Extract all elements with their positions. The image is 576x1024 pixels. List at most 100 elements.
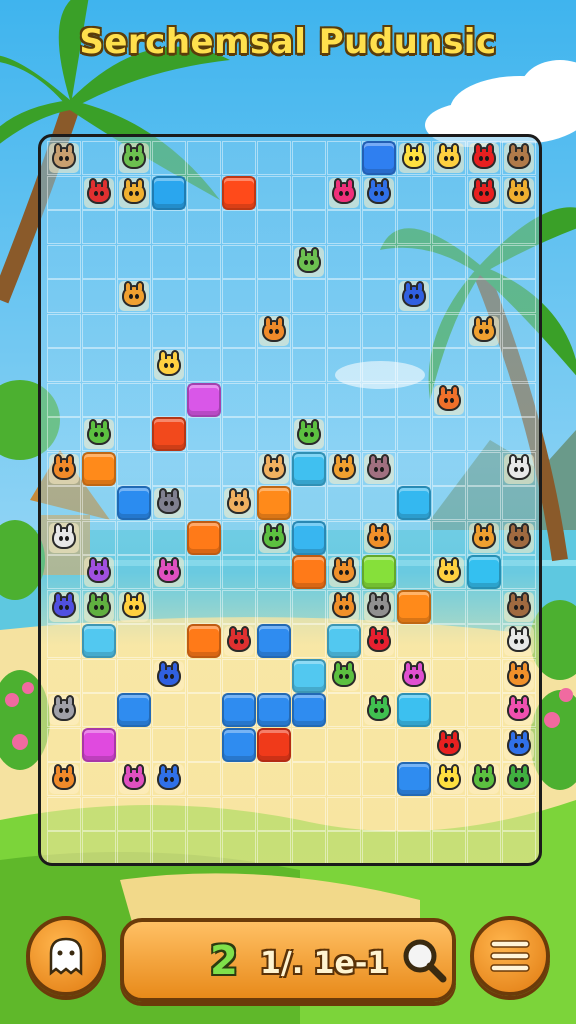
critter-tile[interactable]	[502, 176, 536, 210]
critter-tile[interactable]	[257, 452, 291, 486]
grid-cell[interactable]	[47, 831, 81, 863]
grid-cell[interactable]	[222, 348, 256, 382]
grid-cell[interactable]	[47, 727, 81, 762]
color-block-tile[interactable]	[362, 555, 396, 589]
color-block-tile[interactable]	[82, 451, 116, 486]
grid-cell[interactable]	[362, 313, 396, 348]
grid-cell[interactable]	[327, 693, 361, 727]
grid-cell[interactable]	[257, 555, 291, 589]
critter-tile[interactable]	[257, 521, 291, 555]
color-block-tile[interactable]	[82, 624, 116, 658]
grid-cell[interactable]	[292, 624, 326, 658]
grid-cell[interactable]	[187, 313, 221, 348]
grid-cell[interactable]	[117, 382, 151, 417]
grid-cell[interactable]	[82, 141, 116, 175]
critter-tile[interactable]	[432, 555, 466, 589]
grid-cell[interactable]	[467, 727, 501, 762]
grid-cell[interactable]	[257, 141, 291, 175]
grid-cell[interactable]	[47, 175, 81, 210]
grid-cell[interactable]	[222, 796, 256, 831]
grid-cell[interactable]	[187, 589, 221, 624]
grid-cell[interactable]	[152, 727, 186, 762]
grid-cell[interactable]	[117, 658, 151, 693]
grid-cell[interactable]	[292, 796, 326, 831]
grid-cell[interactable]	[362, 831, 396, 863]
grid-cell[interactable]	[257, 762, 291, 796]
grid-cell[interactable]	[222, 279, 256, 313]
grid-cell[interactable]	[292, 727, 326, 762]
critter-tile[interactable]	[362, 624, 396, 658]
critter-tile[interactable]	[327, 659, 361, 693]
color-block-tile[interactable]	[257, 624, 291, 658]
grid-cell[interactable]	[292, 313, 326, 348]
grid-cell[interactable]	[292, 486, 326, 520]
critter-tile[interactable]	[432, 728, 466, 762]
grid-cell[interactable]	[152, 589, 186, 624]
grid-cell[interactable]	[327, 520, 361, 555]
grid-cell[interactable]	[117, 831, 151, 863]
color-block-tile[interactable]	[222, 175, 256, 210]
critter-tile[interactable]	[397, 141, 431, 175]
grid-cell[interactable]	[397, 624, 431, 658]
grid-cell[interactable]	[292, 141, 326, 175]
grid-cell[interactable]	[432, 313, 466, 348]
grid-cell[interactable]	[117, 244, 151, 279]
color-block-tile[interactable]	[292, 693, 326, 727]
grid-cell[interactable]	[152, 693, 186, 727]
grid-cell[interactable]	[257, 417, 291, 451]
grid-cell[interactable]	[432, 589, 466, 624]
critter-tile[interactable]	[47, 521, 81, 555]
critter-tile[interactable]	[117, 176, 151, 210]
grid-cell[interactable]	[397, 175, 431, 210]
grid-cell[interactable]	[397, 244, 431, 279]
grid-cell[interactable]	[327, 486, 361, 520]
grid-cell[interactable]	[327, 762, 361, 796]
critter-tile[interactable]	[362, 590, 396, 624]
grid-cell[interactable]	[117, 348, 151, 382]
grid-cell[interactable]	[187, 451, 221, 486]
grid-cell[interactable]	[222, 451, 256, 486]
grid-cell[interactable]	[257, 658, 291, 693]
critter-tile[interactable]	[467, 521, 501, 555]
critter-tile[interactable]	[467, 314, 501, 348]
critter-tile[interactable]	[152, 762, 186, 796]
grid-cell[interactable]	[432, 279, 466, 313]
grid-cell[interactable]	[432, 520, 466, 555]
color-block-tile[interactable]	[187, 520, 221, 555]
grid-cell[interactable]	[362, 348, 396, 382]
grid-cell[interactable]	[222, 520, 256, 555]
critter-tile[interactable]	[117, 762, 151, 796]
color-block-tile[interactable]	[292, 451, 326, 486]
grid-cell[interactable]	[397, 727, 431, 762]
critter-tile[interactable]	[47, 141, 81, 175]
grid-cell[interactable]	[187, 693, 221, 727]
grid-cell[interactable]	[187, 417, 221, 451]
grid-cell[interactable]	[47, 417, 81, 451]
critter-tile[interactable]	[502, 659, 536, 693]
color-block-tile[interactable]	[292, 520, 326, 555]
critter-tile[interactable]	[327, 555, 361, 589]
grid-cell[interactable]	[117, 210, 151, 244]
grid-cell[interactable]	[152, 382, 186, 417]
grid-cell[interactable]	[467, 796, 501, 831]
grid-cell[interactable]	[82, 382, 116, 417]
grid-cell[interactable]	[257, 831, 291, 863]
grid-cell[interactable]	[82, 658, 116, 693]
grid-cell[interactable]	[502, 417, 536, 451]
critter-tile[interactable]	[327, 176, 361, 210]
grid-cell[interactable]	[327, 210, 361, 244]
critter-tile[interactable]	[152, 486, 186, 520]
critter-tile[interactable]	[47, 762, 81, 796]
color-block-tile[interactable]	[292, 555, 326, 589]
grid-cell[interactable]	[117, 313, 151, 348]
grid-cell[interactable]	[397, 210, 431, 244]
grid-cell[interactable]	[222, 244, 256, 279]
grid-cell[interactable]	[152, 796, 186, 831]
grid-cell[interactable]	[117, 555, 151, 589]
grid-cell[interactable]	[82, 762, 116, 796]
grid-cell[interactable]	[222, 762, 256, 796]
grid-cell[interactable]	[257, 589, 291, 624]
grid-cell[interactable]	[187, 348, 221, 382]
critter-tile[interactable]	[82, 176, 116, 210]
critter-tile[interactable]	[327, 590, 361, 624]
